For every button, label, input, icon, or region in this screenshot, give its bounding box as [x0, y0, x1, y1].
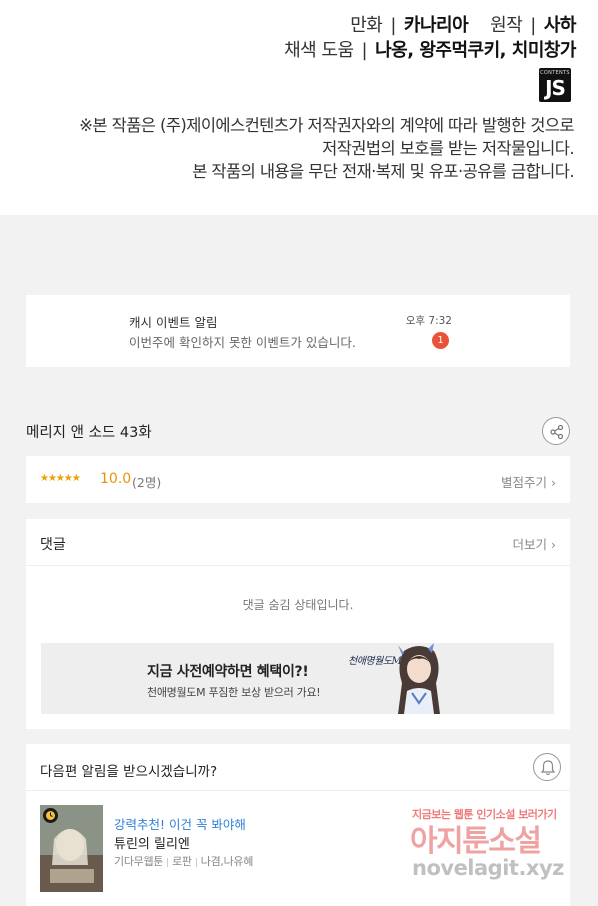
- rating-count: (2명): [132, 475, 162, 490]
- rating-bar: ★★★★★ 10.0 (2명) 별점주기 ›: [26, 456, 570, 503]
- credit-label-original: 원작: [490, 15, 523, 36]
- credit-value-artist: 카나리아: [403, 15, 469, 36]
- publisher-logo: CONTENTS JS: [539, 68, 571, 102]
- notification-bell-button[interactable]: [533, 753, 561, 781]
- ad-banner-subtitle: 천애명월도M 푸짐한 보상 받으러 가요!: [147, 686, 321, 699]
- next-episode-section: 다음편 알림을 받으시겠습니까? 강력추천! 이건 꼭 봐야해 튜린의 릴리엔 …: [26, 744, 570, 906]
- publisher-logo-text: JS: [545, 76, 566, 100]
- bell-icon: [540, 760, 556, 776]
- chevron-right-icon: ›: [551, 475, 556, 490]
- credit-label-artist: 만화: [350, 15, 383, 36]
- cash-event-alarm[interactable]: 캐시 이벤트 알림 이번주에 확인하지 못한 이벤트가 있습니다. 오후 7:3…: [26, 295, 570, 367]
- episode-title: 메리지 앤 소드 43화: [26, 425, 152, 441]
- chevron-right-icon: ›: [551, 537, 556, 552]
- comments-hidden-message: 댓글 숨김 상태입니다.: [242, 598, 354, 612]
- credits-section: 만화 | 카나리아 원작 | 사하 채색 도움 | 나옹, 왕주먹쿠키, 치미창가 CONTE…: [0, 0, 598, 215]
- alarm-title: 캐시 이벤트 알림: [129, 315, 218, 330]
- wait-free-badge: [43, 808, 58, 823]
- copyright-notice-line: ※본 작품은 (주)제이에스컨텐츠가 저작권자와의 계약에 따라 발행한 것으로: [79, 116, 574, 135]
- divider: [26, 565, 570, 566]
- alarm-unread-badge: 1: [432, 332, 449, 349]
- rating-stars: ★★★★★: [40, 473, 81, 484]
- alarm-time: 오후 7:32: [405, 315, 452, 327]
- ad-banner[interactable]: 지금 사전예약하면 혜택이?! 천애명월도M 푸짐한 보상 받으러 가요! 천애…: [41, 643, 554, 714]
- credit-line-1: 만화 | 카나리아 원작 | 사하: [350, 11, 576, 37]
- share-button[interactable]: [542, 417, 570, 445]
- next-episode-question: 다음편 알림을 받으시겠습니까?: [40, 764, 218, 780]
- credit-separator: |: [530, 15, 536, 36]
- recommendation-genre: 로판: [172, 855, 192, 868]
- divider: [26, 790, 570, 791]
- comments-section: 댓글 더보기 › 댓글 숨김 상태입니다. 지금 사전예약하면 혜택이?! 천애…: [26, 519, 570, 729]
- ad-banner-title: 지금 사전예약하면 혜택이?!: [147, 664, 309, 680]
- more-comments-button[interactable]: 더보기 ›: [513, 534, 557, 553]
- recommendation-badge: 기다무웹툰: [114, 855, 164, 868]
- credit-separator: |: [361, 40, 368, 61]
- rating-score: 10.0: [100, 471, 132, 487]
- character-illustration: [398, 643, 440, 714]
- recommendation-meta: 기다무웹툰 로판 나겸,나유혜: [114, 853, 253, 869]
- credit-label-coloring: 채색 도움: [284, 40, 354, 61]
- recommendation-title[interactable]: 튜린의 릴리엔: [114, 833, 190, 852]
- share-icon: [550, 424, 564, 440]
- recommendation-authors: 나겸,나유혜: [200, 855, 254, 868]
- comments-header: 댓글: [40, 537, 66, 553]
- copyright-notice-line: 저작권법의 보호를 받는 저작물입니다.: [322, 139, 574, 158]
- rate-button-label: 별점주기: [501, 475, 548, 490]
- credit-value-original: 사하: [543, 15, 577, 36]
- clock-icon: [46, 811, 55, 820]
- recommendation-label: 강력추천! 이건 꼭 봐야해: [114, 817, 246, 832]
- rate-button[interactable]: 별점주기 ›: [501, 472, 556, 491]
- copyright-notice: ※본 작품은 (주)제이에스컨텐츠가 저작권자와의 계약에 따라 발행한 것으로…: [79, 114, 574, 183]
- credit-value-coloring: 나옹, 왕주먹쿠키, 치미창가: [375, 40, 576, 61]
- credit-line-2: 채색 도움 | 나옹, 왕주먹쿠키, 치미창가: [284, 36, 576, 62]
- credit-separator: |: [390, 15, 396, 36]
- recommendation-thumbnail[interactable]: [40, 805, 103, 892]
- alarm-message: 이번주에 확인하지 못한 이벤트가 있습니다.: [129, 335, 356, 350]
- copyright-notice-line: 본 작품의 내용을 무단 전재·복제 및 유포·공유를 금합니다.: [192, 162, 574, 181]
- more-button-label: 더보기: [512, 537, 548, 552]
